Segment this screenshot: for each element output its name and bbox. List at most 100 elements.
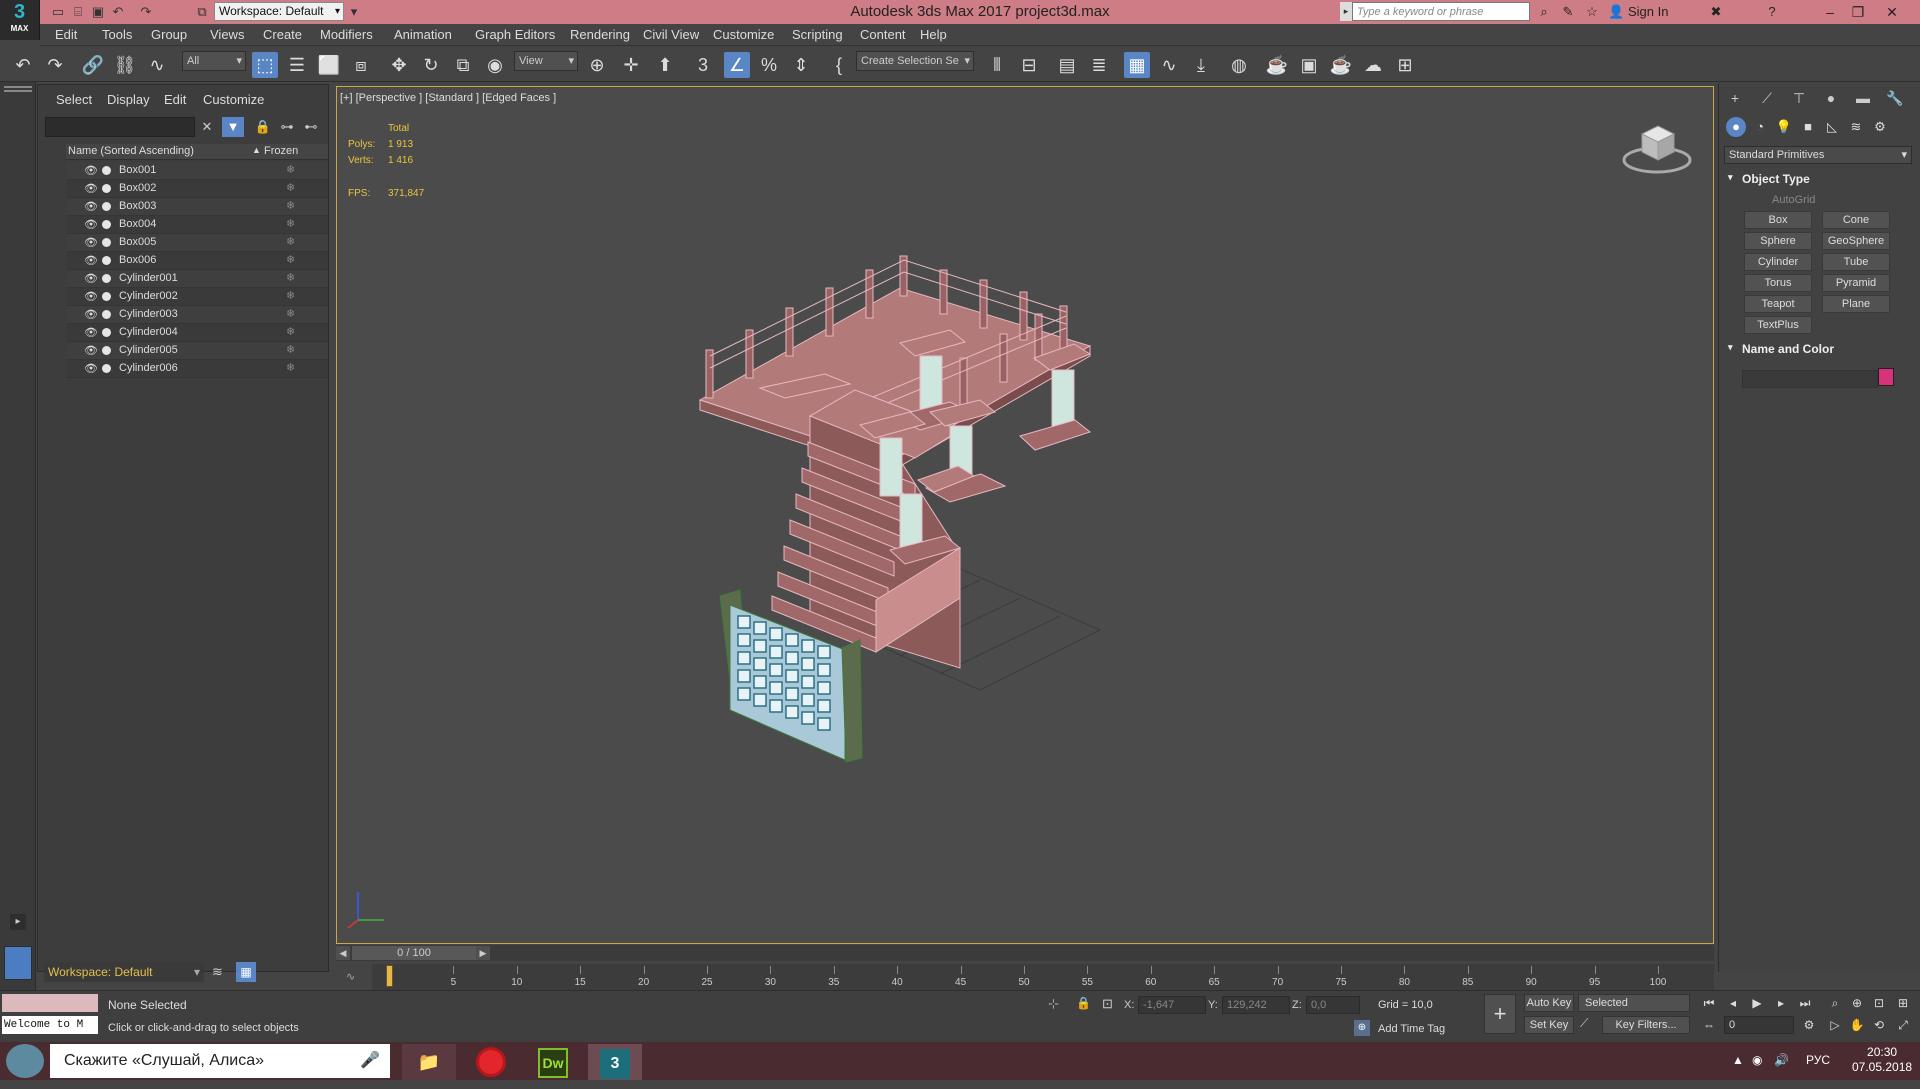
visibility-eye-icon[interactable]: 👁 <box>84 254 98 267</box>
tray-expand-icon[interactable]: ▲ <box>1732 1053 1744 1067</box>
keyboard-shortcut-icon[interactable]: ⬆ <box>652 52 678 78</box>
explorer-column-header[interactable]: Name (Sorted Ascending) ▲ Frozen <box>66 144 328 160</box>
freeze-snowflake-icon[interactable]: ❄ <box>286 325 295 338</box>
cone-button[interactable]: Cone <box>1822 211 1890 229</box>
visibility-eye-icon[interactable]: 👁 <box>84 362 98 375</box>
menu-tools[interactable]: Tools <box>102 27 132 42</box>
torus-button[interactable]: Torus <box>1744 274 1812 292</box>
a360-gallery-icon[interactable]: ⊞ <box>1392 52 1418 78</box>
explorer-menu-customize[interactable]: Customize <box>203 92 264 107</box>
time-slider-prev-icon[interactable]: ◀ <box>336 946 350 960</box>
visibility-eye-icon[interactable]: 👁 <box>84 182 98 195</box>
hierarchy-icon[interactable]: ⊶ <box>276 117 298 137</box>
teapot-button[interactable]: Teapot <box>1744 295 1812 313</box>
named-selection-dropdown[interactable]: Create Selection Se <box>856 51 974 71</box>
unlink-icon[interactable]: ⛓ <box>112 52 138 78</box>
layer-explorer-icon[interactable]: ≣ <box>1086 52 1112 78</box>
column-frozen[interactable]: Frozen <box>264 145 298 157</box>
new-file-icon[interactable]: ▭ <box>50 4 66 20</box>
explorer-menu-display[interactable]: Display <box>107 92 150 107</box>
rotate-icon[interactable]: ↻ <box>418 52 444 78</box>
sphere-button[interactable]: Sphere <box>1744 232 1812 250</box>
freeze-snowflake-icon[interactable]: ❄ <box>286 199 295 212</box>
modify-tab-icon[interactable]: ⟋ <box>1756 88 1778 108</box>
cameras-category-icon[interactable]: ■ <box>1798 117 1818 137</box>
app-logo[interactable]: 3 MAX <box>0 0 40 40</box>
current-frame-marker[interactable] <box>386 965 393 987</box>
name-and-color-rollout[interactable]: ▾ Name and Color <box>1726 342 1912 360</box>
viewport-layout-icon[interactable] <box>4 946 32 980</box>
plane-button[interactable]: Plane <box>1822 295 1890 313</box>
clear-search-icon[interactable]: ✕ <box>196 117 218 137</box>
freeze-snowflake-icon[interactable]: ❄ <box>286 163 295 176</box>
utilities-tab-icon[interactable]: 🔧 <box>1884 88 1906 108</box>
align-icon[interactable]: ⊟ <box>1016 52 1042 78</box>
list-item[interactable]: 👁 Cylinder005 ❄ <box>66 342 328 360</box>
list-item[interactable]: 👁 Box001 ❄ <box>66 162 328 180</box>
selection-lock-icon[interactable]: 🔒 <box>1076 996 1091 1010</box>
shapes-category-icon[interactable]: ◔ <box>1750 117 1770 137</box>
list-item[interactable]: 👁 Box005 ❄ <box>66 234 328 252</box>
object-name-field[interactable] <box>1742 370 1878 388</box>
explorer-search-input[interactable] <box>45 117 195 137</box>
menu-help[interactable]: Help <box>920 27 947 42</box>
textplus-button[interactable]: TextPlus <box>1744 316 1812 334</box>
search-expand-icon[interactable]: ▸ <box>1340 2 1352 21</box>
box-button[interactable]: Box <box>1744 211 1812 229</box>
hierarchy-tab-icon[interactable]: ⊤ <box>1788 88 1810 108</box>
place-icon[interactable]: ◉ <box>482 52 508 78</box>
freeze-snowflake-icon[interactable]: ❄ <box>286 235 295 248</box>
orbit-icon[interactable]: ⟲ <box>1870 1016 1888 1034</box>
pivot-center-icon[interactable]: ⊕ <box>584 52 610 78</box>
filter-toggle-icon[interactable]: ▼ <box>222 117 244 137</box>
zoom-extents-all-icon[interactable]: ⊞ <box>1894 994 1912 1012</box>
selection-filter-dropdown[interactable]: All <box>182 51 246 71</box>
go-to-end-icon[interactable]: ⏭ <box>1796 994 1814 1012</box>
previous-frame-icon[interactable]: ◂ <box>1724 994 1742 1012</box>
key-filter-icon[interactable]: ⟋ <box>1580 1016 1588 1031</box>
reference-coordinate-dropdown[interactable]: View <box>514 51 578 71</box>
menu-views[interactable]: Views <box>210 27 244 42</box>
freeze-snowflake-icon[interactable]: ❄ <box>286 217 295 230</box>
list-item[interactable]: 👁 Cylinder004 ❄ <box>66 324 328 342</box>
column-name[interactable]: Name (Sorted Ascending) <box>68 145 194 157</box>
open-file-icon[interactable]: ⌸ <box>70 4 86 20</box>
list-item[interactable]: 👁 Box003 ❄ <box>66 198 328 216</box>
key-mode-dropdown[interactable]: Selected <box>1578 994 1690 1012</box>
menu-graph-editors[interactable]: Graph Editors <box>475 27 555 42</box>
window-crossing-icon[interactable]: ⧈ <box>348 52 374 78</box>
display-tab-icon[interactable]: ▬ <box>1852 88 1874 108</box>
freeze-snowflake-icon[interactable]: ❄ <box>286 343 295 356</box>
menu-group[interactable]: Group <box>151 27 187 42</box>
favorites-star-icon[interactable]: ☆ <box>1584 4 1600 20</box>
render-production-icon[interactable]: ☕ <box>1328 52 1354 78</box>
menu-content[interactable]: Content <box>860 27 906 42</box>
list-item[interactable]: 👁 Cylinder001 ❄ <box>66 270 328 288</box>
list-item[interactable]: 👁 Box006 ❄ <box>66 252 328 270</box>
list-item[interactable]: 👁 Cylinder002 ❄ <box>66 288 328 306</box>
curve-editor-icon[interactable]: ∿ <box>1156 52 1182 78</box>
render-setup-icon[interactable]: ☕ <box>1264 52 1290 78</box>
explorer-menu-edit[interactable]: Edit <box>164 92 186 107</box>
menu-civil-view[interactable]: Civil View <box>643 27 699 42</box>
visibility-eye-icon[interactable]: 👁 <box>84 308 98 321</box>
current-frame-field[interactable]: 0 <box>1724 1016 1794 1034</box>
visibility-eye-icon[interactable]: 👁 <box>84 236 98 249</box>
menu-animation[interactable]: Animation <box>394 27 452 42</box>
cylinder-button[interactable]: Cylinder <box>1744 253 1812 271</box>
list-item[interactable]: 👁 Box002 ❄ <box>66 180 328 198</box>
redo-icon[interactable]: ↷ <box>138 4 154 20</box>
visibility-eye-icon[interactable]: 👁 <box>84 344 98 357</box>
primitive-category-dropdown[interactable]: Standard Primitives <box>1724 146 1912 164</box>
zoom-extents-icon[interactable]: ⊡ <box>1870 994 1888 1012</box>
object-type-rollout[interactable]: ▾ Object Type <box>1726 172 1912 190</box>
freeze-snowflake-icon[interactable]: ❄ <box>286 361 295 374</box>
microphone-icon[interactable]: 🎤 <box>360 1050 380 1070</box>
dreamweaver-taskbar-icon[interactable]: Dw <box>526 1044 580 1080</box>
save-icon[interactable]: ▣ <box>90 4 106 20</box>
add-time-tag-button[interactable]: Add Time Tag <box>1378 1023 1445 1035</box>
lock-icon[interactable]: 🔒 <box>252 117 274 137</box>
mirror-icon[interactable]: ⫴ <box>984 52 1010 78</box>
bind-to-space-warp-icon[interactable]: ∿ <box>144 52 170 78</box>
zoom-icon[interactable]: ⌕ <box>1826 994 1844 1012</box>
